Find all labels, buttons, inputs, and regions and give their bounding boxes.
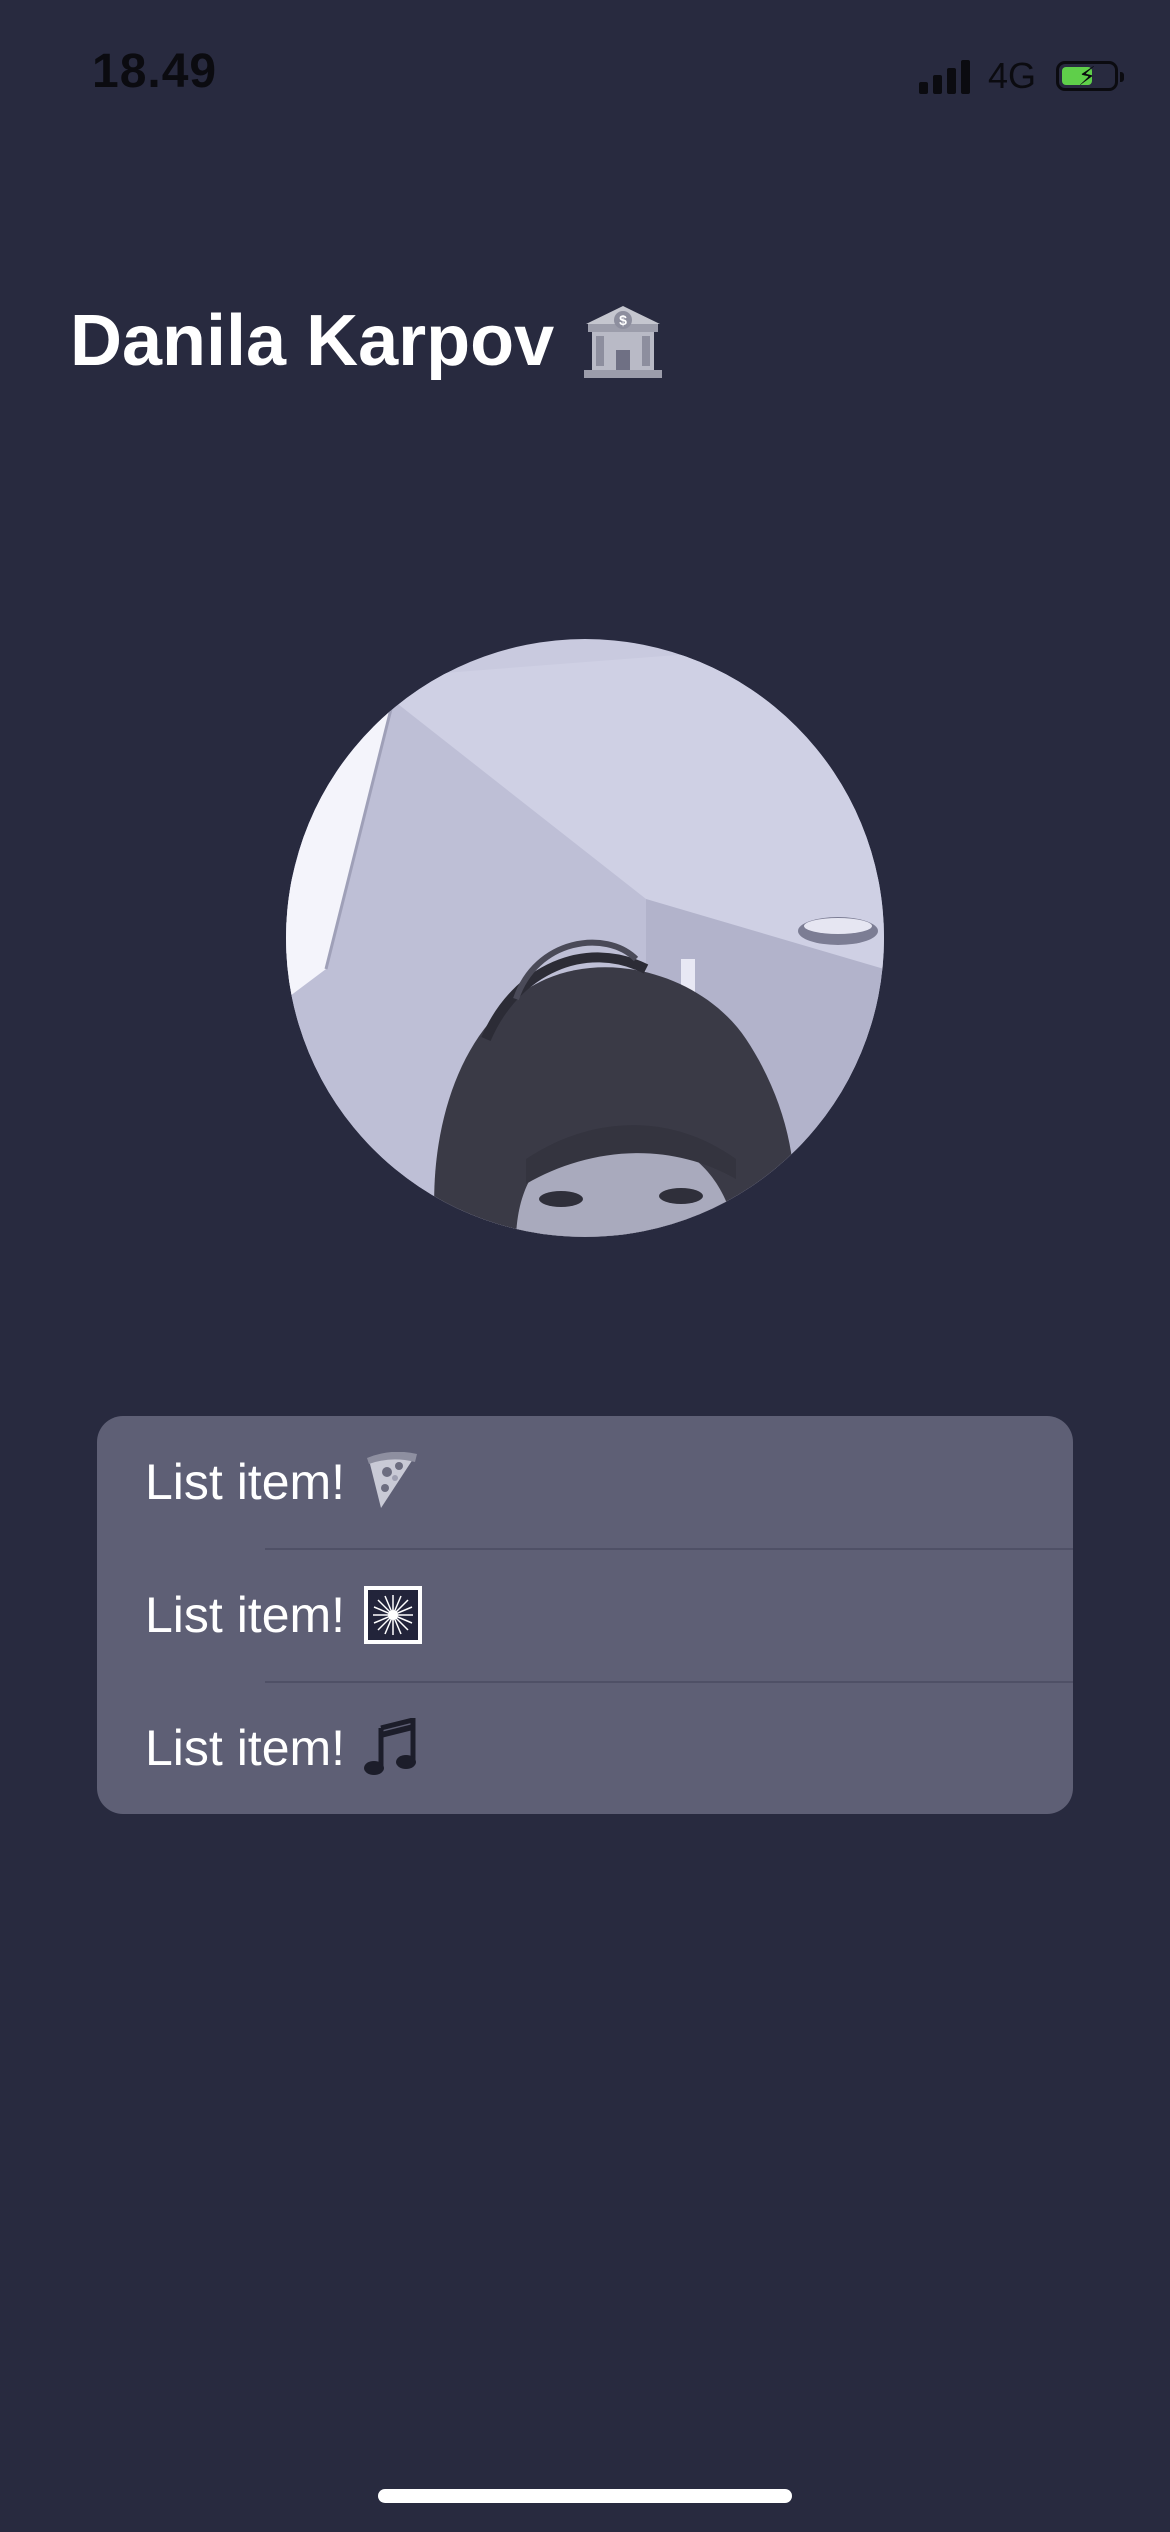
network-type-label: 4G [987, 55, 1036, 96]
charging-bolt-icon: ⚡ [1077, 61, 1097, 91]
svg-text:$: $ [619, 312, 627, 328]
pizza-icon [367, 1452, 418, 1508]
bank-icon: $ [584, 306, 663, 378]
list-item-label: List item! [145, 1720, 346, 1776]
fireworks-icon [364, 1586, 423, 1644]
list-item[interactable]: List item! [97, 1549, 1073, 1681]
status-indicators: 4G ⚡ [918, 52, 1124, 100]
status-bar: 18.49 4G ⚡ [0, 0, 1170, 140]
profile-name: Danila Karpov [70, 301, 555, 381]
status-time: 18.49 [92, 45, 218, 98]
list-item-label: List item! [145, 1587, 346, 1643]
avatar-photo [286, 639, 884, 1237]
list-card: List item! List item! List item! [97, 1416, 1073, 1814]
cellular-signal-icon [918, 58, 970, 94]
list-item[interactable]: List item! [97, 1682, 1073, 1814]
home-indicator[interactable] [378, 2489, 792, 2503]
avatar [286, 639, 884, 1237]
list-item-label: List item! [145, 1454, 346, 1510]
music-note-icon [364, 1718, 417, 1775]
battery-icon: ⚡ [1056, 61, 1124, 91]
list-item[interactable]: List item! [97, 1416, 1073, 1548]
page-title: Danila Karpov $ [70, 296, 663, 386]
